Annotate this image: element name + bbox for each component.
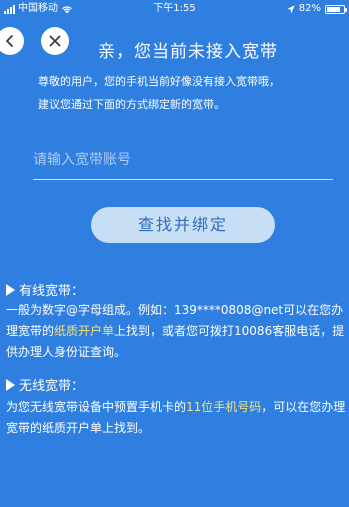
location-arrow-icon [287, 5, 295, 13]
status-bar: 中国移动 下午1:55 82% [0, 0, 349, 18]
wireless-description: 为您无线宽带设备中预置手机卡的11位手机号码，可以在您办理宽带的纸质开户单上找到… [6, 397, 346, 439]
find-and-bind-button[interactable]: 查找并绑定 [91, 207, 275, 243]
wired-highlight: 纸质开户单 [54, 324, 115, 338]
page-title: 亲，您当前未接入宽带 [98, 42, 278, 62]
page-description: 尊敬的用户，您的手机当前好像没有接入宽带哦， 建议您通过下面的方式绑定新的宽带。 [38, 70, 338, 116]
wired-description: 一般为数字@字母组成。例如：139****0808@net可以在您办理宽带的纸质… [6, 300, 346, 363]
description-line-2: 建议您通过下面的方式绑定新的宽带。 [38, 98, 225, 111]
chevron-left-icon [6, 35, 13, 47]
triangle-right-icon [6, 283, 15, 296]
close-button[interactable] [41, 27, 69, 55]
battery-icon [325, 4, 347, 14]
wired-section-title: 有线宽带： [6, 280, 84, 299]
battery-percent: 82% [298, 3, 321, 14]
triangle-right-icon [6, 378, 15, 391]
close-icon [49, 35, 61, 47]
wired-title-label: 有线宽带： [19, 284, 85, 299]
status-right: 82% [287, 0, 347, 18]
wireless-section-title: 无线宽带： [6, 375, 84, 394]
battery-level [327, 6, 341, 12]
back-button[interactable] [0, 27, 24, 55]
wireless-text-a: 为您无线宽带设备中预置手机卡的 [6, 400, 187, 414]
description-line-1: 尊敬的用户，您的手机当前好像没有接入宽带哦， [38, 75, 280, 88]
broadband-account-input[interactable] [33, 143, 333, 177]
wireless-highlight: 11位手机号码 [186, 400, 262, 414]
account-input-wrapper [33, 143, 333, 180]
wireless-title-label: 无线宽带： [19, 379, 85, 394]
